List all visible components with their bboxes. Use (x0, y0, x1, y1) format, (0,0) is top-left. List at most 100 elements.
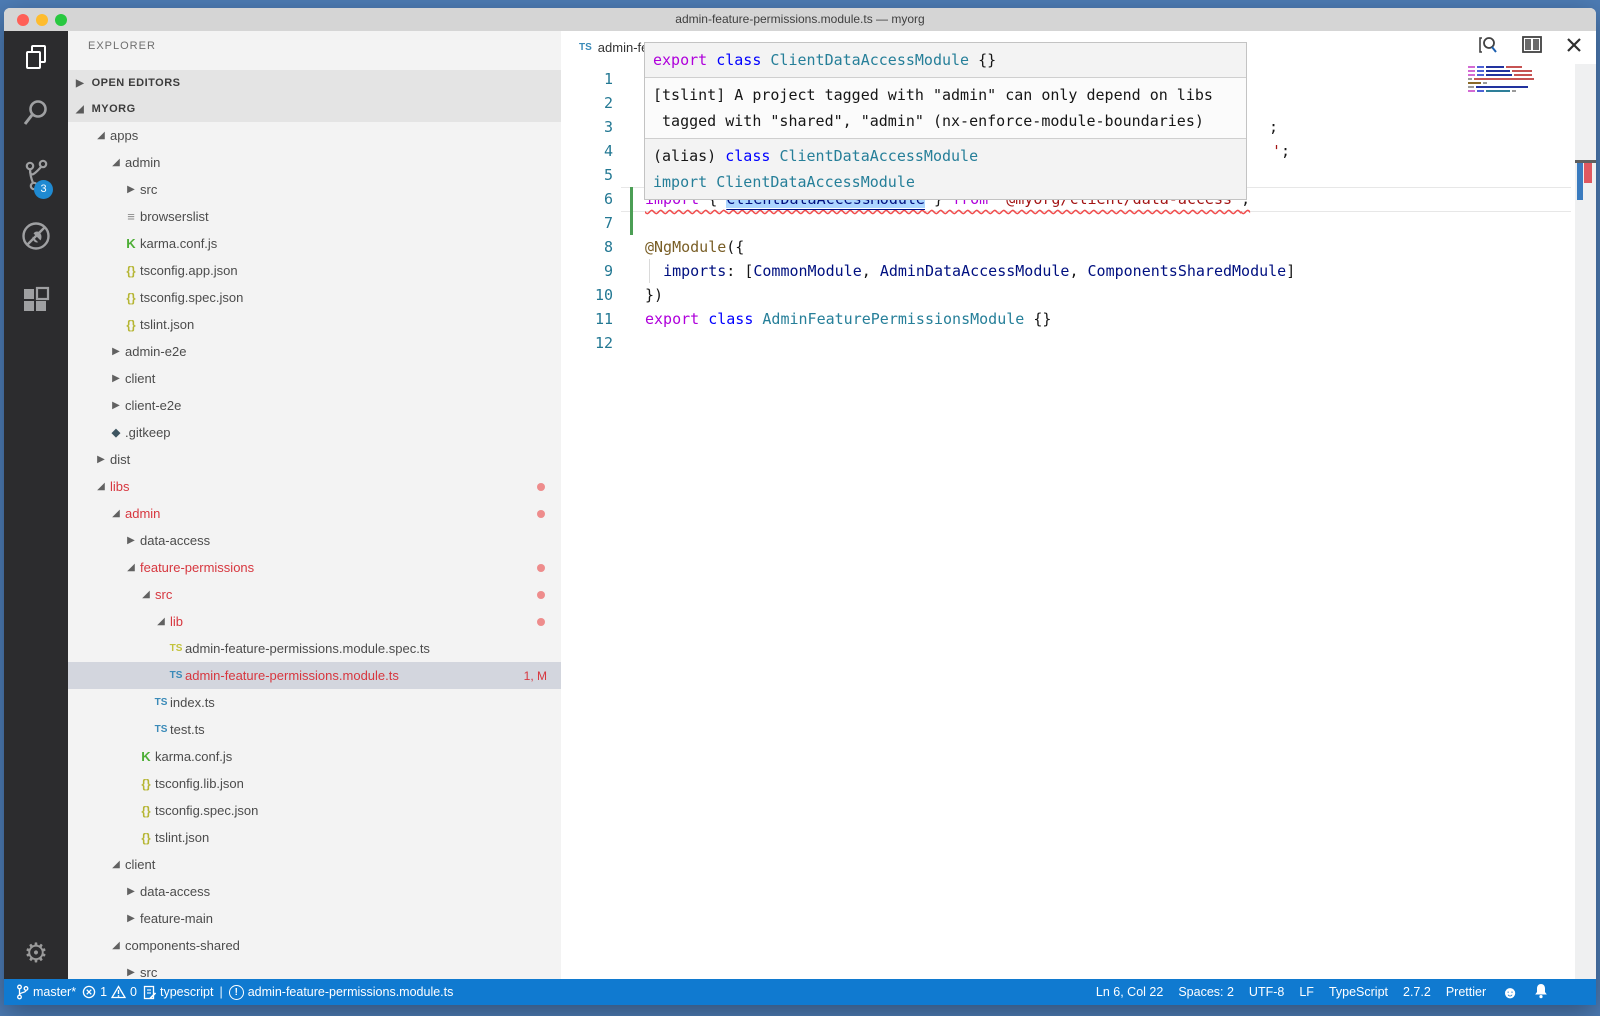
line-number: 2 (561, 91, 613, 115)
tree-item-tsconfig.app.json[interactable]: {}tsconfig.app.json (68, 257, 561, 284)
json-file-icon: {} (122, 264, 140, 278)
tree-item-label: feature-main (140, 911, 213, 926)
tree-item-label: .gitkeep (125, 425, 171, 440)
chevron-right-icon: ▶ (122, 913, 140, 924)
code-editor[interactable]: 123;4';56import { ClientDataAccessModule… (561, 64, 1596, 979)
hover-symbol-line: export class ClientDataAccessModule {} (645, 43, 1246, 77)
tree-item-admin-feature-permissions.module.spec.ts[interactable]: TSadmin-feature-permissions.module.spec.… (68, 635, 561, 662)
git-file-icon: ◆ (107, 426, 125, 439)
tree-item-admin-e2e[interactable]: ▶admin-e2e (68, 338, 561, 365)
tree-item-dist[interactable]: ▶dist (68, 446, 561, 473)
notifications-bell-icon[interactable] (1534, 983, 1548, 1002)
extensions-icon[interactable] (4, 276, 68, 324)
tree-item-src[interactable]: ◢src (68, 581, 561, 608)
window-title: admin-feature-permissions.module.ts — my… (4, 8, 1596, 31)
line-number: 12 (561, 331, 613, 355)
tree-item-label: lib (170, 614, 183, 629)
tree-item-src[interactable]: ▶src (68, 176, 561, 203)
tree-item-index.ts[interactable]: TSindex.ts (68, 689, 561, 716)
code-line-10: 10}) (561, 283, 1596, 307)
split-editor-icon[interactable] (1522, 36, 1542, 59)
explorer-icon[interactable] (4, 34, 68, 82)
tree-item-label: components-shared (125, 938, 240, 953)
problems-item[interactable]: 1 0 (82, 985, 137, 999)
tree-item-.gitkeep[interactable]: ◆.gitkeep (68, 419, 561, 446)
hover-lint-message: [tslint] A project tagged with "admin" c… (645, 77, 1246, 139)
tree-item-feature-permissions[interactable]: ◢feature-permissions (68, 554, 561, 581)
json-file-icon: {} (122, 291, 140, 305)
tree-item-lib[interactable]: ◢lib (68, 608, 561, 635)
status-item[interactable]: UTF-8 (1249, 985, 1284, 999)
tree-item-libs[interactable]: ◢libs (68, 473, 561, 500)
tree-item-tslint.json[interactable]: {}tslint.json (68, 824, 561, 851)
tree-item-test.ts[interactable]: TStest.ts (68, 716, 561, 743)
tree-item-tsconfig.spec.json[interactable]: {}tsconfig.spec.json (68, 284, 561, 311)
tree-item-label: dist (110, 452, 130, 467)
chevron-right-icon: ▶ (122, 967, 140, 978)
tree-item-feature-main[interactable]: ▶feature-main (68, 905, 561, 932)
tree-item-label: src (155, 587, 172, 602)
status-item[interactable]: LF (1299, 985, 1314, 999)
workspace-root-header[interactable]: ◢ MYORG (68, 96, 561, 122)
tree-item-admin-feature-permissions.module.ts[interactable]: TSadmin-feature-permissions.module.ts1, … (68, 662, 561, 689)
tree-item-data-access[interactable]: ▶data-access (68, 527, 561, 554)
tree-item-label: tsconfig.lib.json (155, 776, 244, 791)
tree-item-label: data-access (140, 533, 210, 548)
status-item[interactable]: Spaces: 2 (1178, 985, 1234, 999)
tree-item-components-shared[interactable]: ◢components-shared (68, 932, 561, 959)
minimap[interactable] (1468, 66, 1534, 94)
tree-item-label: src (140, 965, 157, 979)
tree-item-label: tslint.json (155, 830, 209, 845)
line-number: 1 (561, 67, 613, 91)
line-number: 10 (561, 283, 613, 307)
tree-item-src[interactable]: ▶src (68, 959, 561, 979)
tree-item-tslint.json[interactable]: {}tslint.json (68, 311, 561, 338)
search-icon[interactable] (4, 90, 68, 138)
tree-item-label: client-e2e (125, 398, 181, 413)
tree-item-data-access[interactable]: ▶data-access (68, 878, 561, 905)
tree-item-label: client (125, 857, 155, 872)
chevron-down-icon: ◢ (92, 130, 110, 141)
tree-item-browserslist[interactable]: ≡browserslist (68, 203, 561, 230)
git-branch-item[interactable]: master* (16, 984, 76, 1000)
list-file-icon: ≡ (122, 209, 140, 224)
tree-item-tsconfig.spec.json[interactable]: {}tsconfig.spec.json (68, 797, 561, 824)
gear-icon[interactable]: ⚙ (4, 938, 68, 969)
tree-item-label: admin (125, 506, 160, 521)
chevron-down-icon: ◢ (107, 940, 125, 951)
activity-bar: 3 ⚙ (4, 31, 68, 979)
tree-item-admin[interactable]: ◢admin (68, 149, 561, 176)
line-number: 5 (561, 163, 613, 187)
tree-item-karma.conf.js[interactable]: Kkarma.conf.js (68, 230, 561, 257)
tree-item-client[interactable]: ▶client (68, 365, 561, 392)
ts-file-icon: TS (167, 670, 185, 681)
feedback-smiley-icon[interactable]: ☻ (1501, 984, 1519, 1001)
chevron-right-icon: ▶ (76, 71, 88, 97)
tslint-status-item[interactable]: typescript | ! admin-feature-permissions… (143, 985, 453, 1000)
chevron-down-icon: ◢ (137, 589, 155, 600)
error-dot-badge (537, 591, 545, 599)
title-bar[interactable]: admin-feature-permissions.module.ts — my… (4, 8, 1596, 32)
line-number: 4 (561, 139, 613, 163)
status-item[interactable]: 2.7.2 (1403, 985, 1431, 999)
tree-item-label: karma.conf.js (155, 749, 232, 764)
open-preview-icon[interactable] (1478, 35, 1498, 60)
source-control-icon[interactable]: 3 (4, 152, 68, 200)
status-item[interactable]: Ln 6, Col 22 (1096, 985, 1163, 999)
tree-item-client-e2e[interactable]: ▶client-e2e (68, 392, 561, 419)
tree-item-label: tsconfig.spec.json (155, 803, 258, 818)
debug-icon[interactable] (4, 212, 68, 260)
tree-item-tsconfig.lib.json[interactable]: {}tsconfig.lib.json (68, 770, 561, 797)
status-item[interactable]: Prettier (1446, 985, 1486, 999)
tree-item-apps[interactable]: ◢apps (68, 122, 561, 149)
tree-item-karma.conf.js[interactable]: Kkarma.conf.js (68, 743, 561, 770)
tree-item-label: apps (110, 128, 138, 143)
code-line-7: 7 (561, 211, 1596, 235)
chevron-down-icon: ◢ (107, 859, 125, 870)
tree-item-client[interactable]: ◢client (68, 851, 561, 878)
tree-item-admin[interactable]: ◢admin (68, 500, 561, 527)
status-item[interactable]: TypeScript (1329, 985, 1388, 999)
overview-ruler[interactable] (1575, 64, 1596, 979)
close-icon[interactable] (1566, 37, 1582, 58)
open-editors-header[interactable]: ▶ OPEN EDITORS (68, 70, 561, 96)
